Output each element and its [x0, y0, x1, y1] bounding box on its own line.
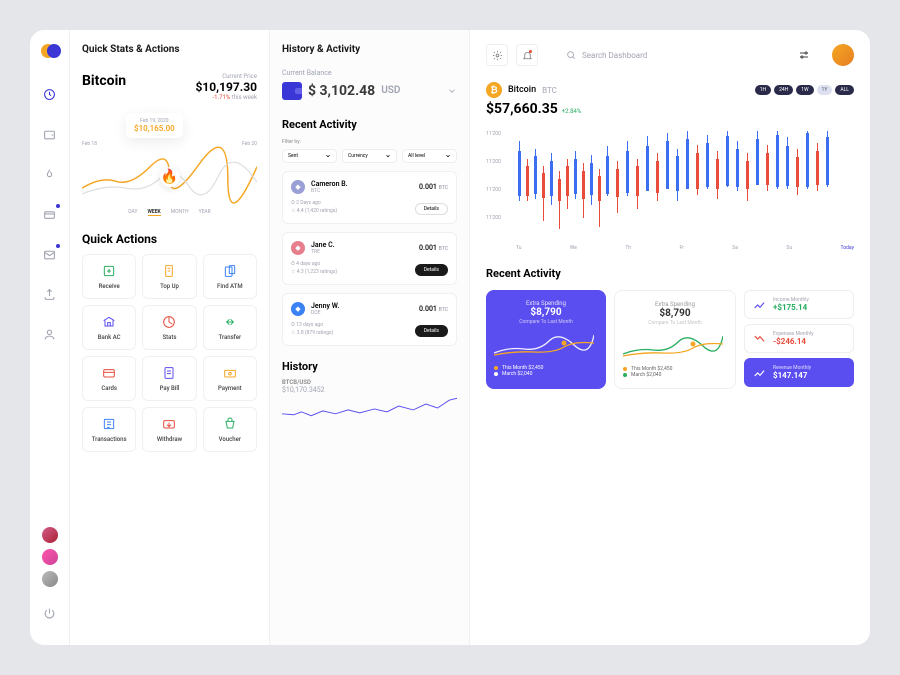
top-bar: Search Dashboard — [486, 44, 854, 66]
expenses-card[interactable]: Expenses Monthly-$246.14 — [744, 324, 854, 353]
filter-row: Sent Currency All level — [282, 149, 457, 163]
quick-action-payment[interactable]: Payment — [203, 356, 257, 401]
time-pill[interactable]: 1W — [796, 85, 813, 95]
wallet-icon — [282, 82, 302, 100]
nav-card-icon[interactable] — [38, 202, 62, 226]
sidebar-avatars — [42, 527, 58, 587]
time-pill[interactable]: 24H — [774, 85, 793, 95]
nav-mail-icon[interactable] — [38, 242, 62, 266]
nav-user-icon[interactable] — [38, 322, 62, 346]
revenue-card[interactable]: Revenue Monthly$147.147 — [744, 358, 854, 387]
chart-down-icon — [753, 332, 767, 346]
quick-action-transfer[interactable]: Transfer — [203, 305, 257, 350]
search-input[interactable]: Search Dashboard — [566, 50, 647, 60]
details-button[interactable]: Details — [415, 325, 448, 337]
chart-up-icon — [753, 366, 767, 380]
time-pill[interactable]: 1Y — [817, 85, 833, 95]
quick-action-receive[interactable]: Receive — [82, 254, 136, 299]
chart-up-icon — [753, 298, 767, 312]
quick-action-voucher[interactable]: Voucher — [203, 407, 257, 452]
time-pill[interactable]: ALL — [835, 85, 854, 95]
history-title: History — [282, 360, 457, 373]
bitcoin-icon: ₿ — [486, 82, 502, 98]
quick-action-transactions[interactable]: Transactions — [82, 407, 136, 452]
range-tab[interactable]: DAY — [128, 209, 137, 216]
avatar[interactable] — [42, 527, 58, 543]
current-price: $10,197.30 — [195, 80, 257, 94]
candlestick-chart: 11'200 11'200 11'200 11'200 Tu We Th Fr … — [486, 131, 854, 251]
quick-stats-panel: Quick Stats & Actions Bitcoin Current Pr… — [70, 30, 270, 645]
filter-dropdown[interactable]: Currency — [342, 149, 397, 163]
balance-block: Current Balance $ 3,102.48 USD — [282, 69, 457, 100]
quick-action-find-atm[interactable]: Find ATM — [203, 254, 257, 299]
asset-price: $57,660.35 — [486, 101, 558, 117]
range-tab[interactable]: MONTH — [171, 209, 189, 216]
asset-change: +2.84% — [562, 108, 582, 115]
range-tab[interactable]: WEEK — [148, 209, 161, 216]
sidebar — [30, 30, 70, 645]
search-icon — [566, 50, 576, 60]
time-pill[interactable]: 1H — [755, 85, 771, 95]
balance-currency: USD — [381, 85, 400, 96]
nav-wallet-icon[interactable] — [38, 122, 62, 146]
time-pills: 1H 24H 1W 1Y ALL — [755, 85, 854, 95]
profile-avatar[interactable] — [832, 44, 854, 66]
quick-action-withdraw[interactable]: Withdraw — [142, 407, 196, 452]
panel-title: Quick Stats & Actions — [82, 44, 257, 55]
panel-title: History & Activity — [282, 44, 457, 55]
quick-action-stats[interactable]: Stats — [142, 305, 196, 350]
tune-icon[interactable] — [798, 46, 810, 65]
nav-dashboard-icon[interactable] — [38, 82, 62, 106]
history-panel: History & Activity Current Balance $ 3,1… — [270, 30, 470, 645]
balance-value: $ 3,102.48 — [308, 83, 375, 99]
logo — [41, 44, 59, 62]
flame-icon: 🔥 — [161, 169, 178, 185]
app-shell: Quick Stats & Actions Bitcoin Current Pr… — [30, 30, 870, 645]
price-label: Current Price — [195, 73, 257, 80]
recent-activity-title: Recent Activity — [486, 267, 854, 280]
summary-cards: Income Monthly+$175.14 Expenses Monthly-… — [744, 290, 854, 389]
quick-action-cards[interactable]: Cards — [82, 356, 136, 401]
asset-name: Bitcoin — [82, 73, 126, 89]
chevron-down-icon[interactable] — [447, 81, 457, 100]
income-card[interactable]: Income Monthly+$175.14 — [744, 290, 854, 319]
price-header: Bitcoin Current Price $10,197.30 -1.71% … — [82, 73, 257, 101]
quick-action-bank-ac[interactable]: Bank AC — [82, 305, 136, 350]
filter-dropdown[interactable]: Sent — [282, 149, 337, 163]
main-panel: Search Dashboard ₿ Bitcoin BTC 1H 24H 1W… — [470, 30, 870, 645]
details-button[interactable]: Details — [415, 264, 448, 276]
avatar[interactable] — [42, 549, 58, 565]
activity-item: ◆Cameron B.BTC0.001 BTC⏱ 2 Days ago☆ 4.4… — [282, 171, 457, 224]
asset-header: ₿ Bitcoin BTC 1H 24H 1W 1Y ALL — [486, 82, 854, 98]
activity-item: ◆Jane C.TRE0.001 BTC⏱ 4 days ago☆ 4.3 (1… — [282, 232, 457, 285]
details-button[interactable]: Details — [415, 203, 448, 215]
gear-icon[interactable] — [486, 44, 508, 66]
cards-row: Extra Spending $8,790 Compare To Last Mo… — [486, 290, 854, 389]
range-tabs: DAY WEEK MONTH YEAR — [82, 209, 257, 216]
quick-action-pay-bill[interactable]: Pay Bill — [142, 356, 196, 401]
avatar[interactable] — [42, 571, 58, 587]
filter-dropdown[interactable]: All level — [402, 149, 457, 163]
quick-action-top-up[interactable]: Top Up — [142, 254, 196, 299]
quick-actions-grid: ReceiveTop UpFind ATM Bank ACStatsTransfe… — [82, 254, 257, 452]
range-tab[interactable]: YEAR — [199, 209, 211, 216]
power-icon[interactable] — [38, 601, 62, 625]
bell-icon[interactable] — [516, 44, 538, 66]
spending-card[interactable]: Extra Spending $8,790 Compare To Last Mo… — [614, 290, 736, 389]
price-change: -1.71% — [213, 94, 231, 101]
price-chart: Feb 19, 2020 $10,165.00 Feb 18 Feb 20 🔥 — [82, 107, 257, 207]
recent-activity-title: Recent Activity — [282, 118, 457, 131]
activity-item: ◆Jenny W.DOE0.001 BTC⏱ 13 days ago☆ 3.8 … — [282, 293, 457, 346]
nav-fire-icon[interactable] — [38, 162, 62, 186]
history-chart: BTCB/USD $10,170.3452 — [282, 379, 457, 424]
nav-upload-icon[interactable] — [38, 282, 62, 306]
spending-card[interactable]: Extra Spending $8,790 Compare To Last Mo… — [486, 290, 606, 389]
quick-actions-title: Quick Actions — [82, 232, 257, 246]
